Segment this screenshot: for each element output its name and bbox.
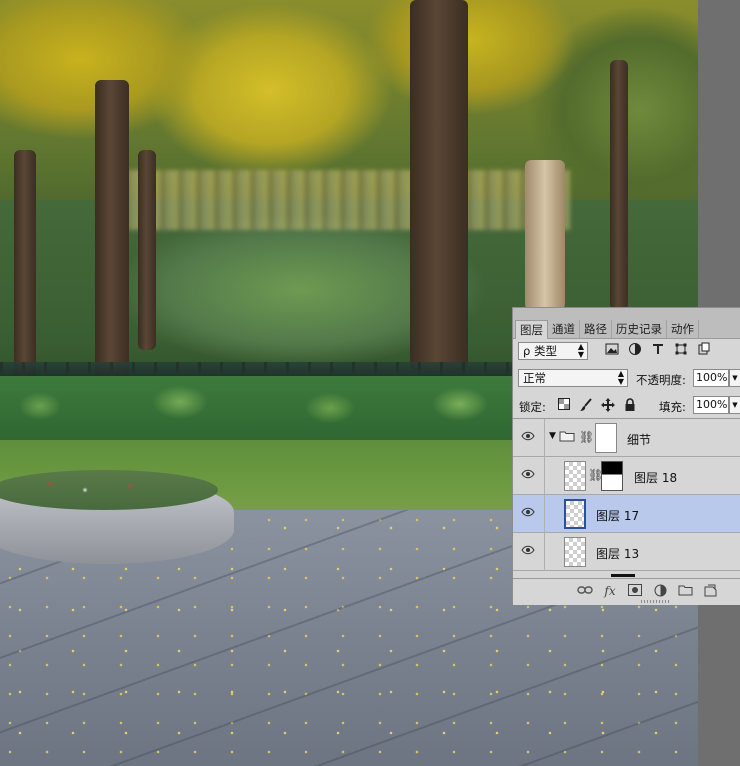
blend-mode-dropdown[interactable]: 正常 ▲ ▼ <box>518 369 628 387</box>
eye-icon[interactable] <box>521 468 535 482</box>
lock-all-icon[interactable] <box>623 398 637 413</box>
lock-label: 锁定: <box>519 400 546 414</box>
visibility-divider <box>544 457 545 495</box>
blend-mode-value: 正常 <box>523 371 546 385</box>
layer-row[interactable]: ⛓ 图层 18 <box>513 457 740 495</box>
new-group-icon[interactable] <box>677 584 693 599</box>
group-mask-thumbnail[interactable] <box>595 423 617 453</box>
adjustment-layer-icon[interactable] <box>652 584 668 599</box>
layer-thumbnail[interactable] <box>564 461 586 491</box>
panel-resize-grip[interactable] <box>641 600 671 603</box>
fx-icon[interactable]: fx <box>602 584 618 599</box>
fill-dropdown-arrow-icon[interactable]: ▼ <box>729 396 740 414</box>
tab-history[interactable]: 历史记录 <box>612 320 667 338</box>
scroll-indicator <box>611 574 635 577</box>
tab-layers[interactable]: 图层 <box>515 320 548 339</box>
layer-group-row[interactable]: ▼ ⛓ 细节 <box>513 419 740 457</box>
layer-list[interactable]: ▼ ⛓ 细节 ⛓ 图层 18 图层 17 图层 13 <box>513 418 740 579</box>
new-layer-icon[interactable] <box>702 584 718 599</box>
layer-thumbnail[interactable] <box>564 499 586 529</box>
lock-image-icon[interactable] <box>579 398 593 413</box>
opacity-label: 不透明度: <box>636 373 686 387</box>
tab-channels[interactable]: 通道 <box>548 320 580 338</box>
eye-icon[interactable] <box>521 506 535 520</box>
tab-actions[interactable]: 动作 <box>667 320 699 338</box>
panel-tabs: 图层 通道 路径 历史记录 动作 <box>513 308 740 339</box>
layer-filter-row: ρ 类型 ▲ ▼ <box>513 339 740 363</box>
filter-kind-label: ρ 类型 <box>523 344 557 358</box>
folder-icon <box>559 430 575 442</box>
tree-trunk <box>410 0 468 370</box>
blurred-detail-band <box>100 170 570 230</box>
image-filter-icon[interactable] <box>605 342 619 358</box>
fill-label: 填充: <box>659 400 686 414</box>
tree-trunk <box>95 80 129 380</box>
visibility-divider <box>544 419 545 457</box>
fill-input[interactable]: 100% <box>693 396 729 414</box>
layer-name: 图层 17 <box>596 509 640 523</box>
hedge <box>0 376 520 444</box>
eye-icon[interactable] <box>521 544 535 558</box>
blend-row: 正常 ▲ ▼ 不透明度: 100% ▼ <box>513 367 740 391</box>
visibility-divider <box>544 495 545 533</box>
tab-paths[interactable]: 路径 <box>580 320 612 338</box>
layer-thumbnail[interactable] <box>564 537 586 567</box>
layer-name: 图层 18 <box>634 471 678 485</box>
flower-bed <box>0 470 218 510</box>
opacity-input[interactable]: 100% <box>693 369 729 387</box>
layer-row[interactable]: 图层 13 <box>513 533 740 571</box>
visibility-divider <box>544 533 545 571</box>
lock-position-icon[interactable] <box>601 398 615 413</box>
layer-name: 图层 13 <box>596 547 640 561</box>
lock-row: 锁定: 填充: 100% ▼ <box>513 394 740 418</box>
layers-panel: 图层 通道 路径 历史记录 动作 ρ 类型 ▲ ▼ 正常 ▲ ▼ 不透明度: 1… <box>512 307 740 605</box>
tree-trunk <box>14 150 36 380</box>
lock-transparent-icon[interactable] <box>557 398 571 413</box>
park-fence <box>0 362 520 376</box>
updown-arrows-icon: ▲ ▼ <box>617 369 624 386</box>
filter-kind-dropdown[interactable]: ρ 类型 ▲ ▼ <box>518 342 588 360</box>
shape-filter-icon[interactable] <box>674 342 688 358</box>
layer-row-selected[interactable]: 图层 17 <box>513 495 740 533</box>
adjustment-filter-icon[interactable] <box>628 342 642 358</box>
add-mask-icon[interactable] <box>627 584 643 599</box>
type-filter-icon[interactable] <box>651 342 665 358</box>
layer-mask-thumbnail[interactable] <box>601 461 623 491</box>
layers-bottom-bar: fx <box>513 578 740 605</box>
link-chain-icon[interactable]: ⛓ <box>579 430 594 444</box>
delete-layer-icon[interactable] <box>727 584 733 599</box>
tree-trunk <box>610 60 628 310</box>
tree-trunk <box>138 150 156 350</box>
eye-icon[interactable] <box>521 430 535 444</box>
smart-object-filter-icon[interactable] <box>697 342 711 358</box>
link-layers-icon[interactable] <box>577 584 593 599</box>
layer-name: 细节 <box>627 433 652 447</box>
opacity-dropdown-arrow-icon[interactable]: ▼ <box>729 369 740 387</box>
tree-trunk <box>525 160 565 310</box>
updown-arrows-icon: ▲ ▼ <box>577 342 584 359</box>
expand-triangle-icon[interactable]: ▼ <box>549 431 556 441</box>
